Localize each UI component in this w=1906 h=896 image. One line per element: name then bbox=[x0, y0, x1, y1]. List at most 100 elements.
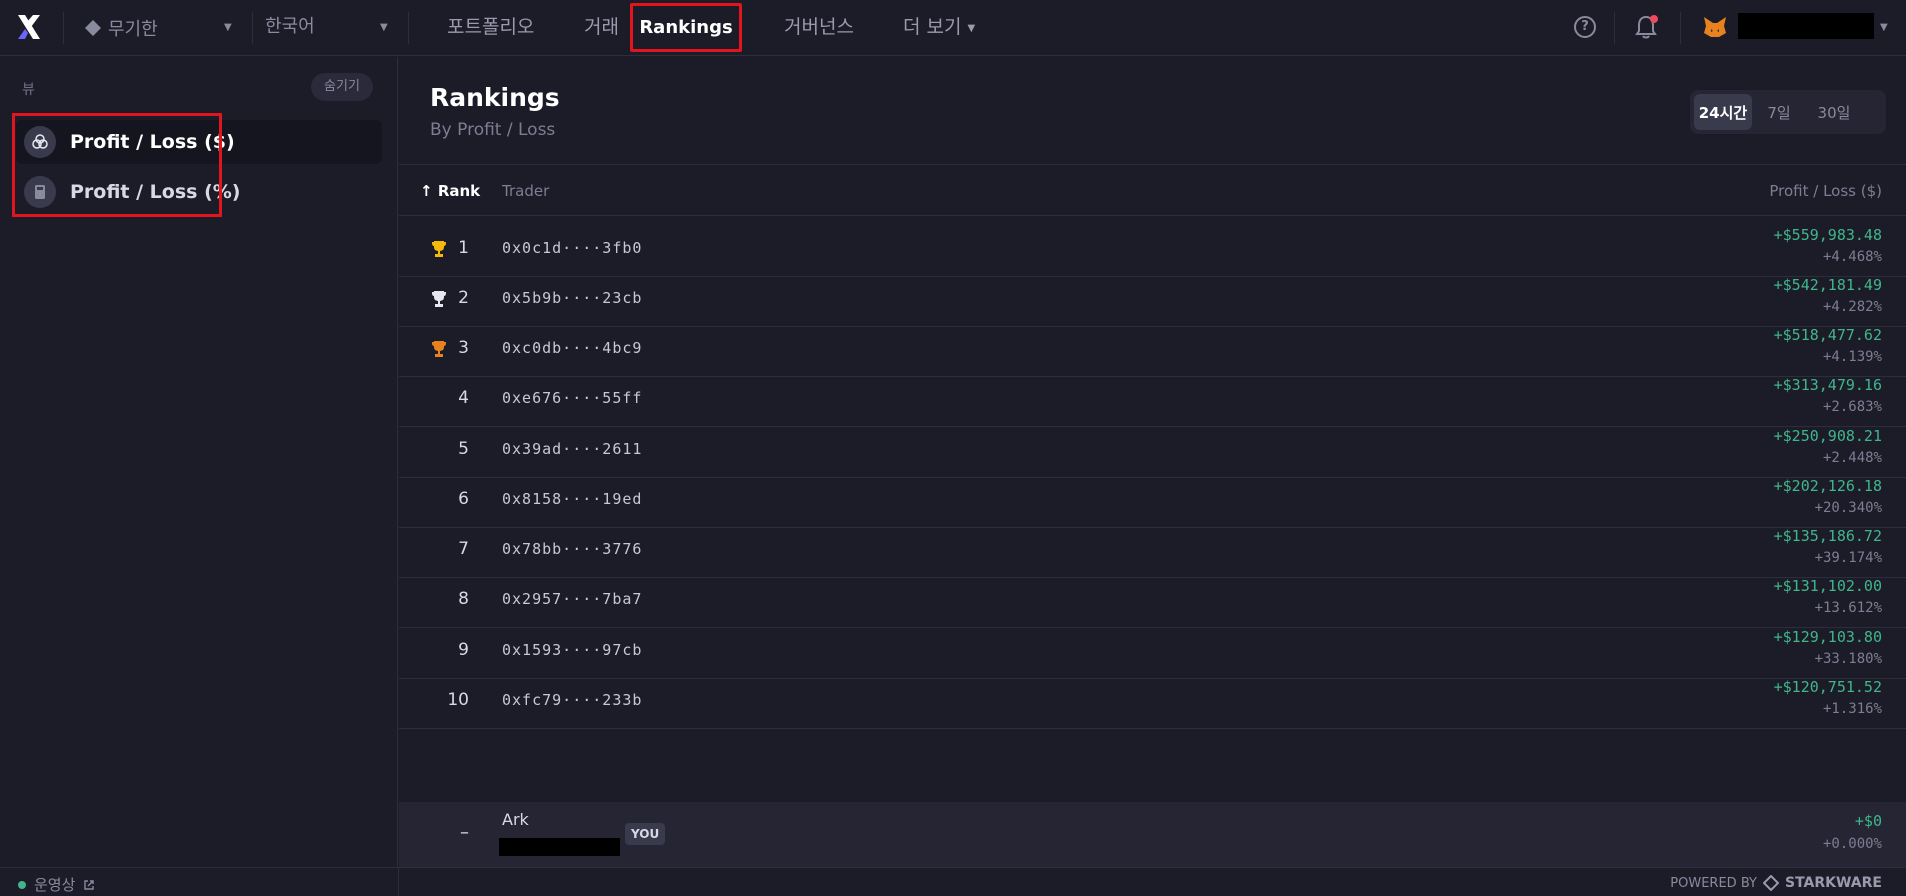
divider bbox=[1614, 12, 1615, 44]
trader-address[interactable]: 0xfc79····233b bbox=[502, 691, 642, 709]
pl-usd: +$131,102.00 bbox=[1773, 577, 1882, 595]
pl-usd: +$129,103.80 bbox=[1773, 628, 1882, 646]
trader-address[interactable]: 0x78bb····3776 bbox=[502, 540, 642, 558]
pl-usd: +$313,479.16 bbox=[1773, 376, 1882, 394]
divider bbox=[398, 868, 399, 896]
you-badge: YOU bbox=[625, 823, 666, 845]
your-name: Ark bbox=[502, 810, 529, 829]
nav-rankings[interactable]: Rankings bbox=[630, 3, 742, 52]
rankings-panel: Rankings By Profit / Loss 24시간 7일 30일 ↑ … bbox=[399, 57, 1906, 867]
status-link[interactable]: 운영상 bbox=[18, 874, 95, 895]
range-30d-button[interactable]: 30일 bbox=[1806, 94, 1862, 130]
rank-value: 1 bbox=[458, 238, 469, 258]
pl-percent: +2.448% bbox=[1822, 450, 1882, 466]
language-selector[interactable]: 한국어 bbox=[265, 0, 315, 56]
trader-address[interactable]: 0x2957····7ba7 bbox=[502, 590, 642, 608]
top-bar: 무기한 ▼ 한국어 ▼ 포트폴리오 거래 Rankings 거버넌스 더 보기 … bbox=[0, 0, 1906, 56]
pl-usd: +$135,186.72 bbox=[1773, 527, 1882, 545]
rank-value: 4 bbox=[458, 388, 469, 408]
trader-address[interactable]: 0xe676····55ff bbox=[502, 389, 642, 407]
trader-address[interactable]: 0x39ad····2611 bbox=[502, 440, 642, 458]
market-label: 무기한 bbox=[108, 19, 158, 40]
rank-value: 5 bbox=[458, 439, 469, 459]
your-pl-percent: +0.000% bbox=[1822, 836, 1882, 852]
rank-value: 7 bbox=[458, 539, 469, 559]
powered-by-label: POWERED BY bbox=[1670, 875, 1757, 891]
trader-address[interactable]: 0x5b9b····23cb bbox=[502, 289, 642, 307]
rank-value: 8 bbox=[458, 589, 469, 609]
page-title: Rankings bbox=[430, 83, 560, 112]
notification-dot bbox=[1650, 15, 1658, 23]
hide-sidebar-button[interactable]: 숨기기 bbox=[311, 73, 373, 101]
rank-value: 2 bbox=[458, 288, 469, 308]
diamond-icon bbox=[85, 20, 101, 36]
time-range-selector: 24시간 7일 30일 bbox=[1690, 90, 1886, 134]
market-selector[interactable]: 무기한 bbox=[84, 0, 158, 56]
trader-address[interactable]: 0xc0db····4bc9 bbox=[502, 339, 642, 357]
view-label: 뷰 bbox=[22, 82, 35, 98]
starkware-brand: STARKWARE bbox=[1784, 875, 1882, 891]
account-address-redacted[interactable] bbox=[1738, 13, 1874, 39]
table-header: ↑ Rank Trader Profit / Loss ($) bbox=[399, 164, 1906, 216]
external-link-icon bbox=[84, 879, 95, 890]
pl-percent: +39.174% bbox=[1814, 550, 1882, 566]
column-rank[interactable]: ↑ Rank bbox=[420, 165, 480, 217]
page-subtitle: By Profit / Loss bbox=[430, 120, 556, 140]
trader-address[interactable]: 0x8158····19ed bbox=[502, 490, 642, 508]
pl-percent: +4.468% bbox=[1822, 249, 1882, 265]
table-row[interactable]: 10 0xfc79····233b +$120,751.52 +1.316% bbox=[399, 668, 1906, 729]
pl-usd: +$250,908.21 bbox=[1773, 427, 1882, 445]
trader-address[interactable]: 0x0c1d····3fb0 bbox=[502, 239, 642, 257]
column-rank-label: Rank bbox=[437, 182, 481, 200]
your-ranking-row: – Ark YOU +$0 +0.000% bbox=[399, 802, 1906, 867]
pl-percent: +20.340% bbox=[1814, 500, 1882, 516]
pl-usd: +$120,751.52 bbox=[1773, 678, 1882, 696]
range-24h-button[interactable]: 24시간 bbox=[1694, 94, 1752, 130]
divider bbox=[1680, 12, 1681, 44]
your-address-redacted bbox=[499, 838, 620, 856]
highlight-box bbox=[12, 113, 222, 217]
pl-percent: +33.180% bbox=[1814, 651, 1882, 667]
pl-usd: +$202,126.18 bbox=[1773, 477, 1882, 495]
pl-usd: +$559,983.48 bbox=[1773, 226, 1882, 244]
rank-value: 6 bbox=[458, 489, 469, 509]
pl-percent: +4.139% bbox=[1822, 349, 1882, 365]
pl-usd: +$542,181.49 bbox=[1773, 276, 1882, 294]
pl-percent: +1.316% bbox=[1822, 701, 1882, 717]
rankings-table-body: 1 0x0c1d····3fb0 +$559,983.48 +4.468% 2 … bbox=[399, 216, 1906, 802]
nav-rankings-label: Rankings bbox=[639, 17, 733, 38]
nav-more[interactable]: 더 보기 ▼ bbox=[903, 0, 975, 56]
column-trader[interactable]: Trader bbox=[502, 165, 549, 217]
rank-value: 10 bbox=[447, 690, 469, 710]
chevron-down-icon: ▼ bbox=[380, 22, 388, 33]
pl-percent: +4.282% bbox=[1822, 299, 1882, 315]
nav-portfolio[interactable]: 포트폴리오 bbox=[447, 0, 534, 56]
divider bbox=[63, 12, 64, 44]
nav-governance[interactable]: 거버넌스 bbox=[784, 0, 854, 56]
powered-by-starkware[interactable]: POWERED BY STARKWARE bbox=[1670, 875, 1882, 891]
trader-address[interactable]: 0x1593····97cb bbox=[502, 641, 642, 659]
status-label: 운영상 bbox=[34, 876, 76, 894]
rank-value: 9 bbox=[458, 640, 469, 660]
nav-more-label: 더 보기 bbox=[903, 16, 962, 38]
chevron-down-icon[interactable]: ▼ bbox=[1880, 22, 1888, 33]
pl-percent: +13.612% bbox=[1814, 600, 1882, 616]
metamask-fox-icon[interactable] bbox=[1702, 14, 1728, 40]
divider bbox=[252, 12, 253, 44]
status-dot bbox=[18, 880, 26, 889]
pl-percent: +2.683% bbox=[1822, 399, 1882, 415]
starkware-logo-icon bbox=[1762, 875, 1779, 891]
divider bbox=[408, 12, 409, 44]
sidebar: 뷰 숨기기 Profit / Loss ($) Profit / Loss (%… bbox=[0, 57, 398, 867]
rank-value: 3 bbox=[458, 338, 469, 358]
column-profit-loss[interactable]: Profit / Loss ($) bbox=[1769, 165, 1882, 217]
nav-trade[interactable]: 거래 bbox=[584, 0, 619, 56]
help-icon[interactable]: ? bbox=[1574, 16, 1596, 38]
footer: 운영상 POWERED BY STARKWARE bbox=[0, 867, 1906, 896]
your-pl-usd: +$0 bbox=[1854, 812, 1882, 830]
chevron-down-icon: ▼ bbox=[967, 23, 976, 34]
dydx-logo-icon[interactable] bbox=[14, 12, 44, 42]
range-7d-button[interactable]: 7일 bbox=[1756, 94, 1802, 130]
your-rank: – bbox=[460, 822, 469, 843]
pl-usd: +$518,477.62 bbox=[1773, 326, 1882, 344]
